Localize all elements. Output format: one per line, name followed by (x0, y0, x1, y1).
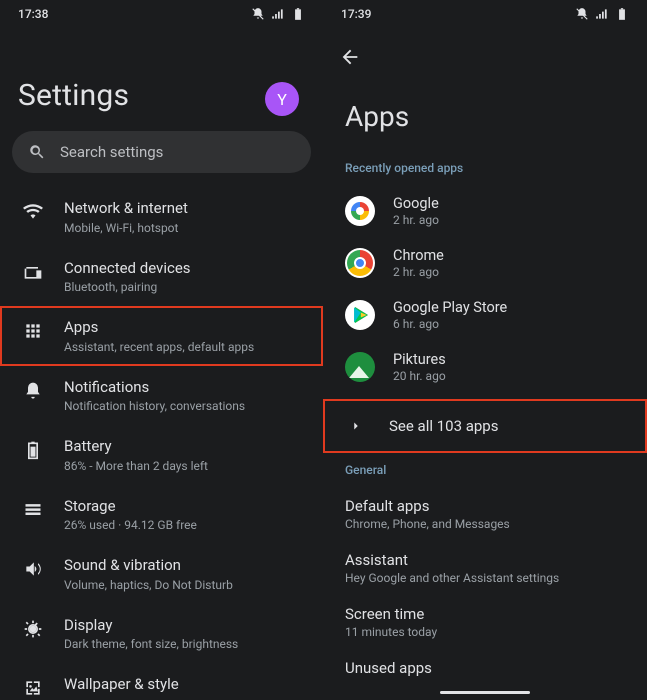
general-item-label: Unused apps (345, 659, 625, 677)
settings-item-subtitle: 86% - More than 2 days left (64, 459, 208, 473)
pik-app-icon (345, 352, 375, 382)
back-button[interactable] (323, 28, 647, 72)
settings-item-label: Apps (64, 318, 254, 338)
settings-item-label: Connected devices (64, 259, 191, 279)
signal-icon (595, 7, 609, 21)
settings-item-subtitle: Dark theme, font size, brightness (64, 637, 238, 651)
search-input[interactable]: Search settings (12, 131, 311, 173)
settings-item-label: Notifications (64, 378, 245, 398)
apps-icon (22, 320, 44, 342)
general-item-label: Default apps (345, 497, 625, 515)
bell-icon (22, 380, 44, 402)
general-item-label: Screen time (345, 605, 625, 623)
status-icons (575, 7, 629, 21)
app-label: Google Play Store (393, 299, 507, 316)
chevron-right-icon (345, 415, 367, 437)
app-label: Chrome (393, 247, 444, 264)
wifi-icon (22, 201, 44, 223)
general-item[interactable]: Default apps Chrome, Phone, and Messages (323, 487, 647, 541)
app-subtitle: 6 hr. ago (393, 317, 507, 331)
settings-item-subtitle: Volume, haptics, Do Not Disturb (64, 578, 233, 592)
general-item[interactable]: Assistant Hey Google and other Assistant … (323, 541, 647, 595)
notifications-off-icon (575, 7, 589, 21)
settings-item-label: Storage (64, 497, 197, 517)
section-general-label: General (323, 459, 647, 487)
section-recent-label: Recently opened apps (323, 157, 647, 185)
apps-screen: 17:39 Apps Recently opened apps Google2 … (323, 0, 647, 700)
status-bar: 17:38 (0, 0, 323, 28)
battery-icon (291, 7, 305, 21)
sound-icon (22, 558, 44, 580)
play-app-icon (345, 300, 375, 330)
settings-item-label: Network & internet (64, 199, 188, 219)
battery-icon (22, 439, 44, 461)
storage-icon (22, 499, 44, 521)
app-subtitle: 2 hr. ago (393, 213, 439, 227)
home-indicator[interactable] (440, 691, 530, 694)
settings-item-display[interactable]: DisplayDark theme, font size, brightness (0, 604, 323, 664)
settings-item-wallpaper[interactable]: Wallpaper & style (0, 663, 323, 700)
profile-avatar[interactable]: Y (265, 82, 299, 116)
see-all-apps-row[interactable]: See all 103 apps (323, 399, 647, 453)
settings-item-subtitle: Notification history, conversations (64, 399, 245, 413)
general-item[interactable]: Screen time 11 minutes today (323, 595, 647, 649)
general-item-subtitle: 11 minutes today (345, 625, 625, 639)
recent-app-google[interactable]: Google2 hr. ago (323, 185, 647, 237)
general-item-label: Assistant (345, 551, 625, 569)
app-label: Google (393, 195, 439, 212)
signal-icon (271, 7, 285, 21)
app-subtitle: 20 hr. ago (393, 369, 446, 383)
settings-item-bell[interactable]: NotificationsNotification history, conve… (0, 366, 323, 426)
settings-item-subtitle: 26% used · 94.12 GB free (64, 518, 197, 532)
general-item-subtitle: Chrome, Phone, and Messages (345, 517, 625, 531)
settings-item-subtitle: Bluetooth, pairing (64, 280, 191, 294)
settings-item-subtitle: Assistant, recent apps, default apps (64, 340, 254, 354)
status-bar: 17:39 (323, 0, 647, 28)
settings-item-storage[interactable]: Storage26% used · 94.12 GB free (0, 485, 323, 545)
display-icon (22, 618, 44, 640)
settings-item-label: Display (64, 616, 238, 636)
status-icons (251, 7, 305, 21)
settings-item-label: Battery (64, 437, 208, 457)
see-all-label: See all 103 apps (389, 417, 498, 435)
settings-item-apps[interactable]: Apps Assistant, recent apps, default apps (0, 306, 323, 366)
chrome-app-icon (345, 248, 375, 278)
general-item-subtitle: Hey Google and other Assistant settings (345, 571, 625, 585)
battery-icon (615, 7, 629, 21)
status-time: 17:38 (18, 7, 48, 21)
page-title: Settings (0, 28, 323, 131)
recent-app-pik[interactable]: Piktures20 hr. ago (323, 341, 647, 393)
settings-item-devices[interactable]: Connected devicesBluetooth, pairing (0, 247, 323, 307)
recent-app-play[interactable]: Google Play Store6 hr. ago (323, 289, 647, 341)
settings-item-subtitle: Mobile, Wi-Fi, hotspot (64, 221, 188, 235)
devices-icon (22, 261, 44, 283)
google-app-icon (345, 196, 375, 226)
settings-item-battery[interactable]: Battery 86% - More than 2 days left (0, 425, 323, 485)
app-subtitle: 2 hr. ago (393, 265, 444, 279)
settings-screen: 17:38 Y Settings Search settings Network… (0, 0, 323, 700)
general-item[interactable]: Unused apps (323, 649, 647, 687)
app-label: Piktures (393, 351, 446, 368)
recent-app-chrome[interactable]: Chrome2 hr. ago (323, 237, 647, 289)
search-icon (28, 143, 46, 161)
notifications-off-icon (251, 7, 265, 21)
settings-item-sound[interactable]: Sound & vibration Volume, haptics, Do Not… (0, 544, 323, 604)
back-arrow-icon (339, 46, 361, 68)
wallpaper-icon (22, 677, 44, 699)
settings-item-label: Wallpaper & style (64, 675, 179, 695)
settings-item-label: Sound & vibration (64, 556, 233, 576)
search-placeholder: Search settings (60, 143, 163, 161)
page-title: Apps (323, 72, 647, 157)
settings-item-wifi[interactable]: Network & internet Mobile, Wi-Fi, hotspot (0, 187, 323, 247)
status-time: 17:39 (341, 7, 371, 21)
